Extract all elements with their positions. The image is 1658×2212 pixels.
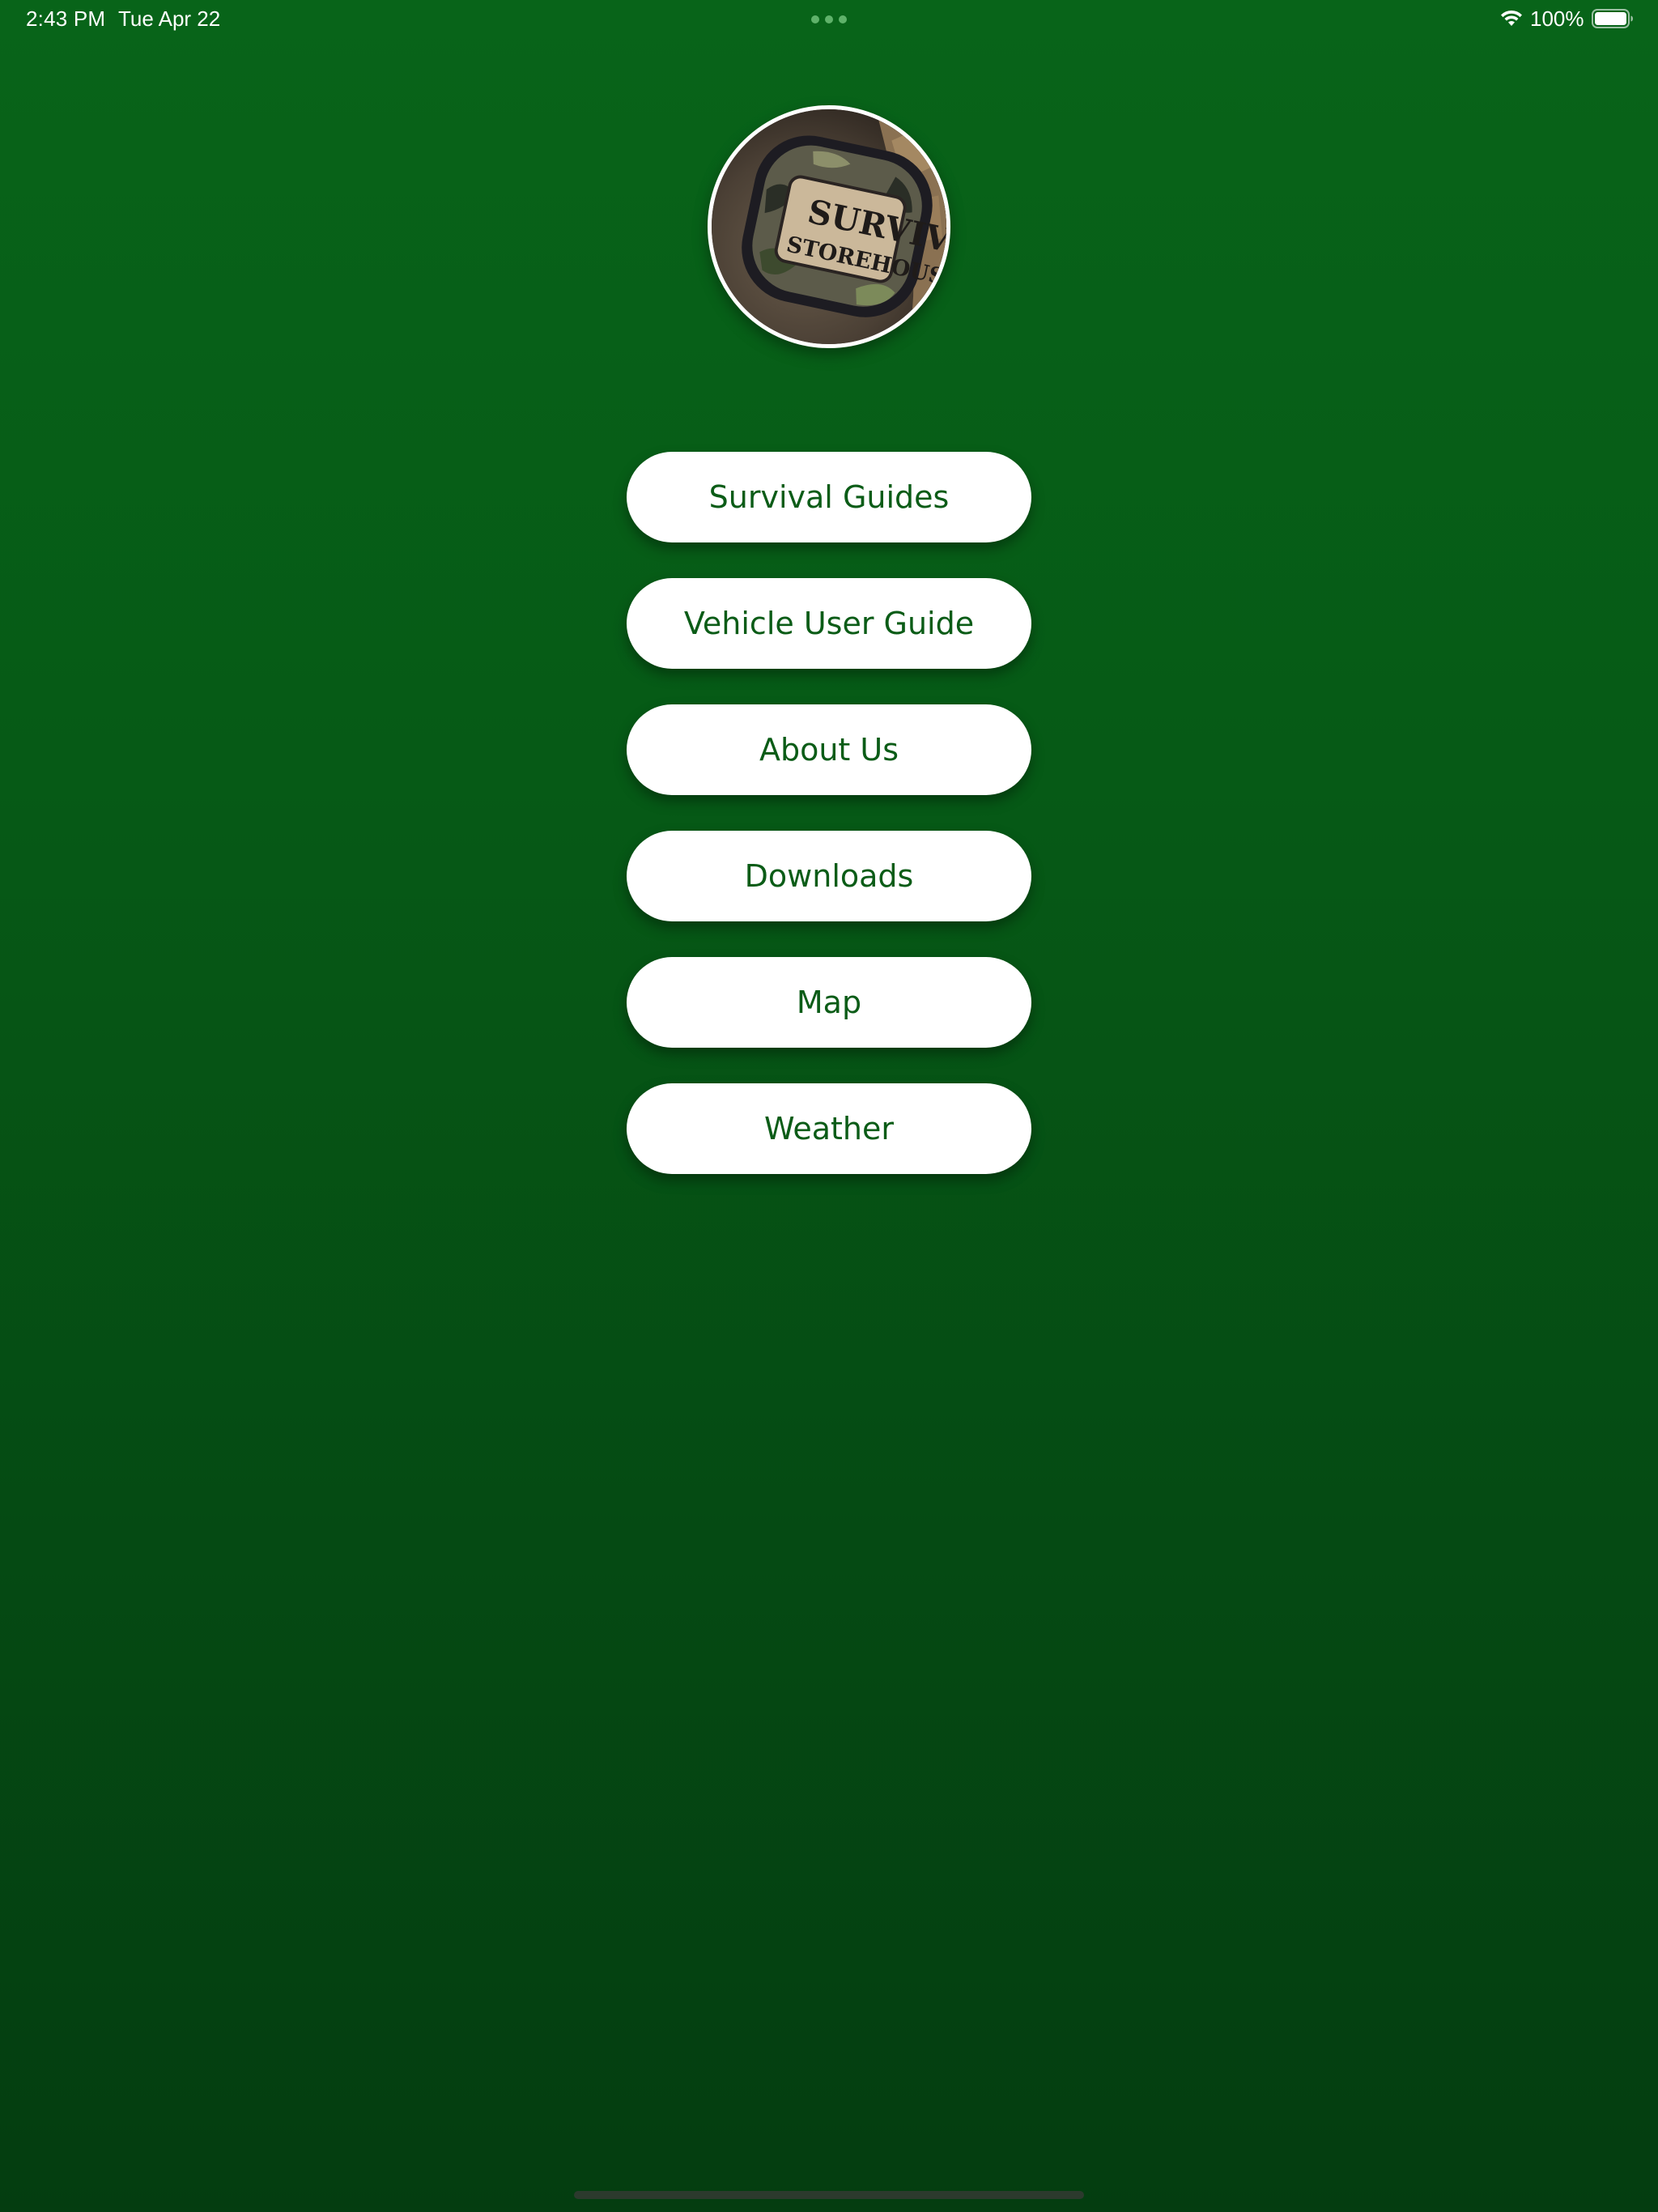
survival-guides-button[interactable]: Survival Guides [627, 452, 1031, 542]
status-date: Tue Apr 22 [118, 6, 221, 31]
status-bar: 2:43 PM Tue Apr 22 100% [0, 0, 1658, 39]
home-indicator[interactable] [574, 2191, 1084, 2199]
downloads-button[interactable]: Downloads [627, 831, 1031, 921]
vehicle-user-guide-button[interactable]: Vehicle User Guide [627, 578, 1031, 669]
map-button[interactable]: Map [627, 957, 1031, 1048]
weather-button[interactable]: Weather [627, 1083, 1031, 1174]
survival-storehouse-patch-image: SURVIVAL STOREHOUSE.com [712, 109, 946, 344]
app-logo: SURVIVAL STOREHOUSE.com [708, 105, 950, 348]
about-us-button[interactable]: About Us [627, 704, 1031, 795]
multitasking-dots-icon[interactable] [811, 15, 847, 23]
wifi-icon [1501, 10, 1522, 26]
status-time: 2:43 PM [26, 6, 106, 31]
battery-full-icon [1592, 9, 1633, 28]
main-menu: Survival Guides Vehicle User Guide About… [627, 452, 1031, 1210]
battery-percent: 100% [1530, 6, 1584, 31]
